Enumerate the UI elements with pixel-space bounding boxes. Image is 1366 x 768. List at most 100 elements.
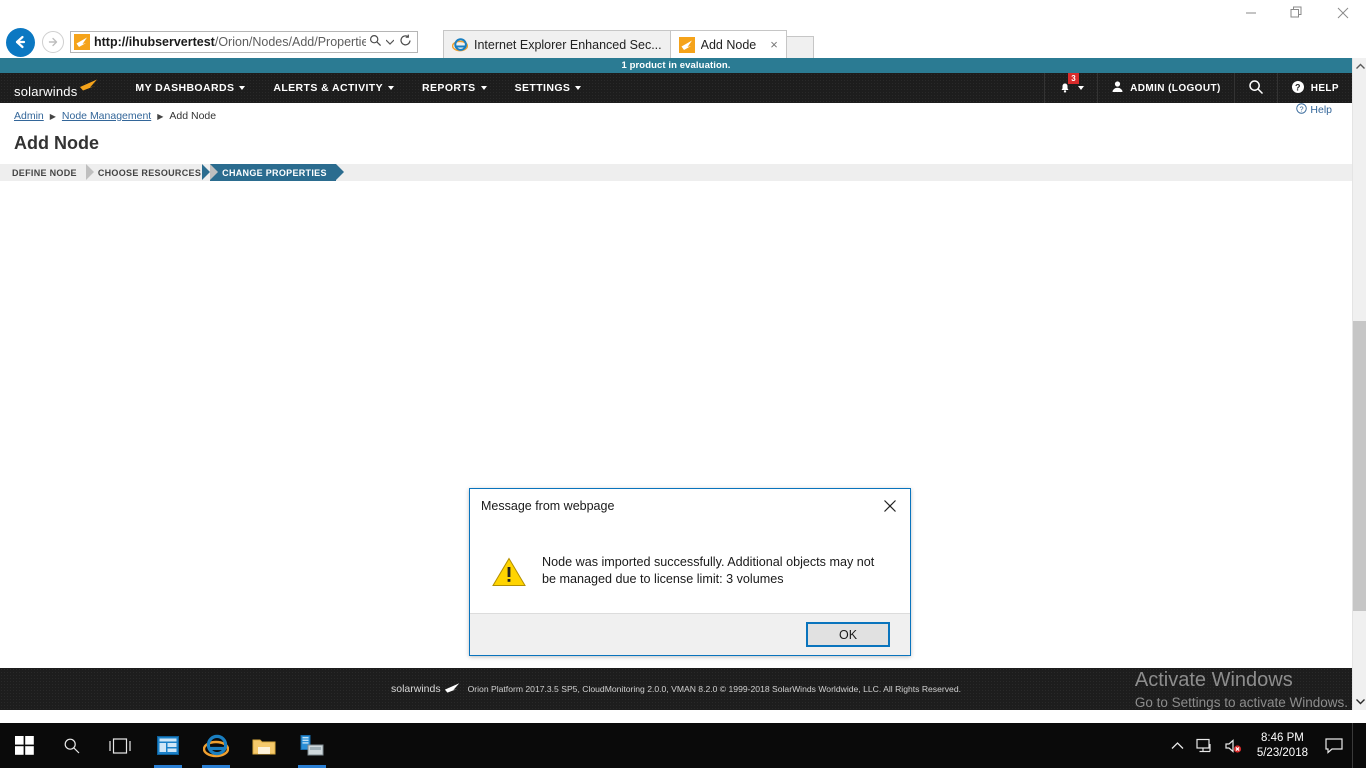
browser-tab-add-node[interactable]: Add Node × bbox=[669, 30, 787, 58]
user-menu[interactable]: ADMIN (LOGOUT) bbox=[1097, 73, 1234, 103]
topnav-right: 3 ADMIN (LOGOUT) ? HELP bbox=[1044, 72, 1352, 103]
dialog-title: Message from webpage bbox=[481, 498, 615, 513]
scroll-down-arrow[interactable] bbox=[1353, 693, 1366, 710]
wizard-step-change-properties[interactable]: CHANGE PROPERTIES bbox=[202, 164, 344, 181]
ok-button[interactable]: OK bbox=[806, 622, 890, 647]
refresh-icon[interactable] bbox=[396, 34, 414, 50]
taskbar-server-app-icon[interactable] bbox=[288, 723, 336, 768]
windows-start-icon[interactable] bbox=[0, 723, 48, 768]
dialog-titlebar: Message from webpage bbox=[470, 489, 910, 522]
taskbar-clock[interactable]: 8:46 PM 5/23/2018 bbox=[1249, 731, 1316, 761]
step-arrow-icon bbox=[210, 164, 219, 180]
nav-item-my-dashboards[interactable]: MY DASHBOARDS bbox=[121, 73, 259, 103]
scroll-up-arrow[interactable] bbox=[1353, 58, 1366, 75]
help-label: HELP bbox=[1310, 82, 1339, 94]
alerts-badge: 3 bbox=[1068, 72, 1080, 84]
browser-tab-label: Internet Explorer Enhanced Sec... bbox=[474, 37, 662, 52]
wizard-step-define-node[interactable]: DEFINE NODE bbox=[0, 164, 94, 181]
minimize-button[interactable] bbox=[1228, 0, 1274, 26]
chevron-down-icon bbox=[239, 86, 246, 90]
browser-window: http://ihubservertest/Orion/Nodes/Add/Pr… bbox=[0, 0, 1366, 768]
restore-button[interactable] bbox=[1274, 0, 1320, 26]
solarwinds-footer: solarwinds Orion Platform 2017.3.5 SP5, … bbox=[0, 668, 1352, 710]
chevron-down-icon[interactable] bbox=[384, 38, 396, 47]
footer-copyright: Orion Platform 2017.3.5 SP5, CloudMonito… bbox=[467, 684, 961, 694]
nav-item-label: ALERTS & ACTIVITY bbox=[273, 82, 384, 94]
breadcrumb: Admin ▶ Node Management ▶ Add Node bbox=[0, 103, 1352, 124]
solarwinds-mark-icon bbox=[444, 680, 461, 698]
clock-time: 8:46 PM bbox=[1261, 731, 1304, 744]
address-host: http://ihubservertest bbox=[94, 35, 215, 49]
address-bar[interactable]: http://ihubservertest/Orion/Nodes/Add/Pr… bbox=[70, 31, 418, 53]
page-content: 1 product in evaluation. solarwinds MY D… bbox=[0, 58, 1352, 710]
breadcrumb-item-admin[interactable]: Admin bbox=[14, 110, 44, 122]
windows-taskbar: 8:46 PM 5/23/2018 bbox=[0, 723, 1366, 768]
solarwinds-logo[interactable]: solarwinds bbox=[14, 78, 99, 99]
help-question-icon: ? bbox=[1296, 103, 1308, 117]
volume-muted-icon[interactable] bbox=[1221, 723, 1247, 768]
nav-item-alerts-activity[interactable]: ALERTS & ACTIVITY bbox=[259, 73, 408, 103]
evaluation-banner: 1 product in evaluation. bbox=[0, 58, 1352, 73]
dialog-message: Node was imported successfully. Addition… bbox=[542, 555, 875, 586]
scrollbar-thumb[interactable] bbox=[1353, 321, 1366, 611]
task-view-icon[interactable] bbox=[96, 723, 144, 768]
new-tab-button[interactable] bbox=[785, 36, 814, 58]
message-dialog: Message from webpage Node was imported s… bbox=[469, 488, 911, 656]
step-arrow-icon bbox=[335, 164, 344, 180]
wizard-content-area: Message from webpage Node was imported s… bbox=[0, 181, 1352, 656]
wizard-steps: DEFINE NODE CHOOSE RESOURCES CHANGE PROP… bbox=[0, 164, 1352, 181]
wizard-step-label: CHOOSE RESOURCES bbox=[97, 167, 202, 178]
show-desktop-button[interactable] bbox=[1352, 723, 1360, 768]
address-url: http://ihubservertest/Orion/Nodes/Add/Pr… bbox=[94, 32, 366, 52]
nav-item-label: REPORTS bbox=[422, 82, 476, 94]
page-help-link[interactable]: ? Help bbox=[1296, 103, 1332, 117]
taskbar-tray: 8:46 PM 5/23/2018 bbox=[1165, 723, 1366, 768]
footer-logo-text: solarwinds bbox=[390, 683, 441, 695]
help-button[interactable]: ? HELP bbox=[1276, 73, 1352, 103]
search-icon[interactable] bbox=[366, 34, 384, 50]
topnav-menu: MY DASHBOARDS ALERTS & ACTIVITY REPORTS … bbox=[121, 73, 595, 103]
close-tab-icon[interactable]: × bbox=[770, 37, 778, 52]
taskbar-internet-explorer-icon[interactable] bbox=[192, 723, 240, 768]
dialog-footer: OK bbox=[470, 613, 910, 655]
breadcrumb-item-add-node: Add Node bbox=[169, 110, 217, 122]
back-button[interactable] bbox=[2, 27, 38, 57]
alerts-button[interactable]: 3 bbox=[1044, 72, 1097, 103]
breadcrumb-separator-icon: ▶ bbox=[157, 111, 164, 121]
chevron-down-icon bbox=[388, 86, 395, 90]
show-hidden-icons-chevron[interactable] bbox=[1165, 723, 1191, 768]
breadcrumb-separator-icon: ▶ bbox=[49, 111, 56, 121]
forward-button[interactable] bbox=[38, 27, 68, 57]
address-path: /Orion/Nodes/Add/Properties.as bbox=[214, 35, 366, 49]
search-icon bbox=[1248, 79, 1264, 98]
page-help-label: Help bbox=[1310, 104, 1332, 116]
nav-item-label: SETTINGS bbox=[514, 82, 571, 94]
network-icon[interactable] bbox=[1193, 723, 1219, 768]
wizard-step-choose-resources[interactable]: CHOOSE RESOURCES bbox=[86, 164, 219, 181]
svg-text:?: ? bbox=[1295, 82, 1301, 92]
breadcrumb-item-node-management[interactable]: Node Management bbox=[62, 110, 151, 122]
warning-triangle-icon bbox=[492, 557, 526, 592]
close-button[interactable] bbox=[1320, 0, 1366, 26]
clock-date: 5/23/2018 bbox=[1256, 746, 1308, 759]
taskbar-search-icon[interactable] bbox=[48, 723, 96, 768]
user-icon bbox=[1111, 80, 1124, 96]
taskbar-windows-app-icon[interactable] bbox=[144, 723, 192, 768]
nav-item-label: MY DASHBOARDS bbox=[135, 82, 235, 94]
user-label: ADMIN (LOGOUT) bbox=[1130, 82, 1221, 94]
nav-item-settings[interactable]: SETTINGS bbox=[501, 73, 596, 103]
vertical-scrollbar[interactable] bbox=[1352, 58, 1366, 710]
page-title: Add Node bbox=[14, 133, 99, 153]
wizard-step-label: DEFINE NODE bbox=[12, 167, 77, 178]
browser-tabstrip: Internet Explorer Enhanced Sec... Add No… bbox=[443, 28, 873, 58]
nav-item-reports[interactable]: REPORTS bbox=[408, 73, 501, 103]
dialog-body: Node was imported successfully. Addition… bbox=[470, 522, 910, 613]
browser-tab-label: Add Node bbox=[700, 37, 757, 52]
taskbar-file-explorer-icon[interactable] bbox=[240, 723, 288, 768]
solarwinds-topnav: solarwinds MY DASHBOARDS ALERTS & ACTIVI… bbox=[0, 72, 1352, 103]
browser-tab-ie-enhanced-security[interactable]: Internet Explorer Enhanced Sec... bbox=[443, 30, 671, 58]
close-icon[interactable] bbox=[876, 493, 904, 519]
global-search-button[interactable] bbox=[1233, 73, 1277, 103]
alert-bell-icon: 3 bbox=[1058, 72, 1080, 97]
action-center-icon[interactable] bbox=[1318, 723, 1350, 768]
